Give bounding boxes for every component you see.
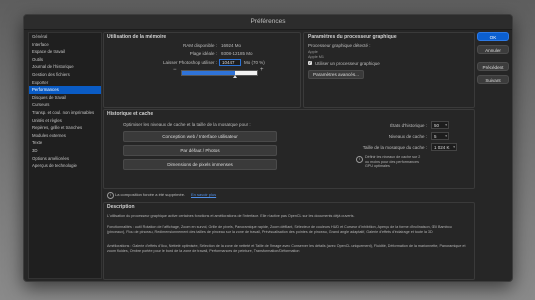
ideal-range-label: Plage idéale : bbox=[189, 51, 217, 56]
sidebar-item[interactable]: Aperçus de technologie bbox=[29, 162, 101, 170]
previous-button[interactable]: Précédent bbox=[477, 62, 509, 71]
chevron-down-icon: ▾ bbox=[445, 123, 447, 127]
sidebar-item[interactable]: Journal de l'historique bbox=[29, 63, 101, 71]
cache-tile-size-value: 1 024 K bbox=[434, 145, 450, 150]
sidebar-item[interactable]: 3D bbox=[29, 147, 101, 155]
memory-slider-fill bbox=[182, 71, 235, 75]
optimize-label: Optimiser les niveaux de cache et la tai… bbox=[123, 122, 251, 127]
sidebar-item[interactable]: Transp. et coul. non imprimables bbox=[29, 109, 101, 117]
description-paragraph-1: L'utilisation du processeur graphique ac… bbox=[107, 214, 355, 218]
sidebar-item[interactable]: Performances bbox=[29, 86, 101, 94]
cache-tile-size-label: Taille de la mosaïque du cache : bbox=[362, 145, 427, 150]
gpu-cache-note: Définir les niveaux de cache sur 2 ou mo… bbox=[365, 155, 421, 169]
chevron-down-icon: ▾ bbox=[453, 145, 455, 149]
sidebar-item[interactable]: Disques de travail bbox=[29, 94, 101, 102]
history-states-label: États d'historique : bbox=[390, 123, 427, 128]
photoshop-use-label: Laisser Photoshop utiliser : bbox=[162, 60, 217, 65]
memory-decrease-button[interactable]: − bbox=[173, 67, 177, 73]
history-cache-title: Historique et cache bbox=[107, 111, 154, 117]
gpu-settings-title: Paramètres du processeur graphique bbox=[308, 34, 397, 40]
gpu-vendor: Apple bbox=[308, 50, 318, 54]
sidebar-item[interactable]: Espace de travail bbox=[29, 48, 101, 56]
sidebar-item[interactable]: Curseurs bbox=[29, 101, 101, 109]
cancel-button[interactable]: Annuler bbox=[477, 45, 509, 54]
sidebar-item[interactable]: Repères, grille et tranches bbox=[29, 124, 101, 132]
sidebar-item[interactable]: Options améliorées bbox=[29, 155, 101, 163]
dialog-title: Préférences bbox=[24, 15, 512, 30]
ram-available-value: 16924 Mo bbox=[221, 43, 242, 48]
gpu-model: Apple M1 bbox=[308, 55, 325, 59]
memory-use-input[interactable]: 10447 bbox=[219, 59, 241, 66]
history-states-dropdown[interactable]: 50 ▾ bbox=[431, 121, 449, 129]
memory-slider-track[interactable] bbox=[181, 70, 258, 76]
learn-more-link[interactable]: En savoir plus bbox=[191, 192, 216, 197]
memory-usage-title: Utilisation de la mémoire bbox=[107, 34, 167, 40]
cache-levels-dropdown[interactable]: 5 ▾ bbox=[431, 132, 449, 140]
composition-info-text: La composition forcée a été supprimée. bbox=[115, 192, 186, 197]
use-gpu-label: Utiliser un processeur graphique bbox=[315, 61, 380, 66]
cache-levels-label: Niveaux de cache : bbox=[388, 134, 427, 139]
ram-available-label: RAM disponible : bbox=[182, 43, 217, 48]
optimize-web-ui-button[interactable]: Conception web / Interface utilisateur bbox=[123, 131, 277, 142]
sidebar-item[interactable]: Outils bbox=[29, 56, 101, 64]
next-button[interactable]: Suivant bbox=[477, 75, 509, 84]
preferences-sidebar: Général Interface Espace de travail Outils J… bbox=[28, 32, 102, 279]
description-title: Description bbox=[107, 204, 135, 210]
ideal-range-value: 9308-12185 Mo bbox=[221, 51, 253, 56]
sidebar-item[interactable]: Général bbox=[29, 33, 101, 41]
sidebar-item[interactable]: Exporter bbox=[29, 79, 101, 87]
preferences-dialog: Préférences Général Interface Espace de tr… bbox=[23, 14, 513, 282]
gpu-detected-label: Processeur graphique détecté : bbox=[308, 43, 371, 48]
description-paragraph-2: Fonctionnalités : outil Rotation de l'af… bbox=[107, 225, 452, 234]
use-gpu-checkbox[interactable]: ✓ bbox=[308, 61, 312, 65]
info-icon: i bbox=[356, 156, 363, 163]
info-icon: i bbox=[107, 192, 114, 199]
performance-panel: Utilisation de la mémoire RAM disponible… bbox=[103, 32, 475, 280]
chevron-down-icon: ▾ bbox=[445, 134, 447, 138]
sidebar-item[interactable]: Texte bbox=[29, 139, 101, 147]
description-paragraph-3: Améliorations : Galerie d'effets d'Ilou,… bbox=[107, 244, 466, 253]
sidebar-item[interactable]: Unités et règles bbox=[29, 117, 101, 125]
advanced-settings-button[interactable]: Paramètres avancés... bbox=[308, 70, 364, 79]
optimize-huge-pixels-button[interactable]: Dimensions de pixels immenses bbox=[123, 159, 277, 170]
cache-levels-value: 5 bbox=[434, 134, 437, 139]
memory-slider-thumb[interactable] bbox=[232, 75, 237, 78]
memory-use-unit: Mo (70 %) bbox=[244, 60, 265, 65]
history-states-value: 50 bbox=[434, 123, 440, 128]
ok-button[interactable]: OK bbox=[477, 32, 509, 41]
sidebar-item[interactable]: Modules externes bbox=[29, 132, 101, 140]
cache-tile-size-dropdown[interactable]: 1 024 K ▾ bbox=[431, 143, 457, 151]
optimize-default-photos-button[interactable]: Par défaut / Photos bbox=[123, 145, 277, 156]
memory-increase-button[interactable]: + bbox=[260, 67, 264, 73]
sidebar-item[interactable]: Interface bbox=[29, 41, 101, 49]
sidebar-item[interactable]: Gestion des fichiers bbox=[29, 71, 101, 79]
